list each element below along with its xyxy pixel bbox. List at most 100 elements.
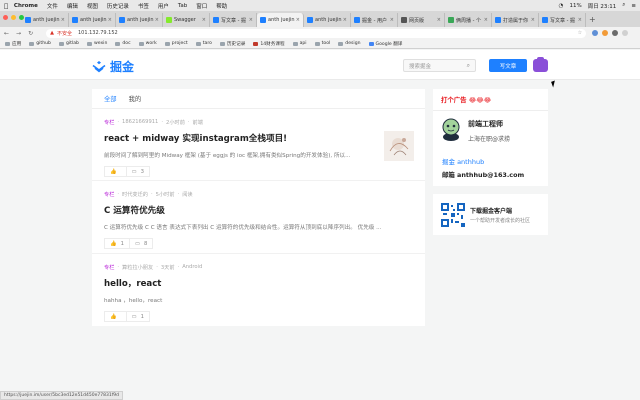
entry-abstract[interactable]: C 运算符优先级 C C 语言 表达式下表列出 C 运算符的优先级和结合性。运算… (104, 223, 414, 231)
bookmark-folder[interactable]: project (164, 41, 188, 46)
apple-icon[interactable]:  (4, 2, 8, 10)
close-tab-icon[interactable]: × (390, 17, 394, 23)
bookmark-folder[interactable]: github (29, 41, 51, 46)
menu-edit[interactable]: 编辑 (67, 2, 78, 10)
bookmark-apps[interactable]: 应用 (5, 41, 21, 47)
juejin-account-link[interactable]: 掘金 anthhub (442, 156, 484, 166)
browser-tab[interactable]: 写文章 - 掘 × (210, 13, 257, 27)
bookmark-folder[interactable]: taro (195, 41, 212, 46)
warning-icon[interactable]: ▲ (50, 30, 54, 36)
entry-author[interactable]: 算粒拉小朋友 (122, 264, 153, 271)
bookmark-folder[interactable]: design (338, 41, 361, 46)
address-bar[interactable]: ▲ 不安全 101.132.79.152 ☆ (46, 28, 587, 38)
entry-title[interactable]: C 运算符优先级 (104, 204, 413, 216)
like-button[interactable]: 👍 (104, 166, 127, 177)
close-tab-icon[interactable]: × (296, 17, 300, 23)
search-icon[interactable]: ⌕ (622, 2, 625, 9)
bookmark-link[interactable]: 14财务课程 (253, 41, 285, 47)
entry-author[interactable]: 18621669911 (122, 119, 158, 126)
zoom-window-icon[interactable] (19, 15, 24, 20)
more-menu-icon[interactable] (622, 30, 629, 36)
menu-file[interactable]: 文件 (47, 2, 58, 10)
browser-tab[interactable]: anth juejin × (69, 13, 116, 27)
close-tab-icon[interactable]: × (531, 17, 535, 23)
back-icon[interactable]: ← (4, 30, 9, 37)
menu-tab[interactable]: Tab (178, 3, 187, 9)
user-avatar[interactable] (533, 57, 548, 72)
menu-view[interactable]: 视图 (87, 2, 98, 10)
app-download-title[interactable]: 下载掘金客户端 (470, 206, 512, 215)
new-tab-button[interactable]: + (589, 15, 596, 24)
entry-author[interactable]: 时代变迁的 (122, 191, 148, 198)
site-search-input[interactable]: 搜索掘金 ⌕ (403, 59, 476, 72)
profile-icon[interactable] (612, 30, 619, 36)
close-tab-icon[interactable]: × (343, 17, 347, 23)
url-text[interactable]: 101.132.79.152 (78, 30, 118, 36)
bookmark-star-icon[interactable]: ☆ (578, 30, 582, 36)
bookmark-link[interactable]: Google 翻译 (368, 41, 402, 47)
comment-button[interactable]: ▭ 1 (126, 311, 150, 322)
close-tab-icon[interactable]: × (155, 17, 159, 23)
write-article-button[interactable]: 写文章 (489, 59, 527, 72)
article-entry[interactable]: 专栏 · 时代变迁的 · 5小时前 · 阅读 C 运算符优先级 C 运算符优先级 C … (92, 181, 425, 254)
app-menu[interactable]: Chrome (14, 3, 38, 9)
bookmark-folder[interactable]: work (138, 41, 157, 46)
search-icon[interactable]: ⌕ (467, 62, 470, 70)
forward-icon[interactable]: → (16, 30, 21, 37)
browser-tab[interactable]: 俩周播 - 个 × (445, 13, 492, 27)
bookmark-folder[interactable]: wexin (86, 41, 107, 46)
entry-category[interactable]: 阅读 (182, 191, 192, 198)
close-window-icon[interactable] (3, 15, 8, 20)
browser-tab[interactable]: anth juejin × (304, 13, 351, 27)
wifi-icon[interactable]: ◔ (559, 3, 564, 9)
extension-icon[interactable] (592, 30, 599, 36)
entry-thumbnail[interactable] (384, 131, 414, 161)
like-button[interactable]: 👍 (104, 311, 127, 322)
like-button[interactable]: 👍 1 (104, 238, 130, 249)
menu-people[interactable]: 用户 (158, 2, 169, 10)
entry-abstract[interactable]: hahha ，hello，react (104, 296, 374, 304)
browser-tab[interactable]: 打造属于你 × (492, 13, 539, 27)
browser-tab[interactable]: 网页版 × (398, 13, 445, 27)
close-tab-icon[interactable]: × (578, 17, 582, 23)
bookmark-folder[interactable]: tool (314, 41, 330, 46)
app-download-panel[interactable]: 下载掘金客户端 一个帮助开发者成长的社区 (433, 194, 548, 235)
site-logo[interactable]: 掘金 (92, 58, 134, 75)
bookmark-folder[interactable]: api (292, 41, 307, 46)
entry-tag[interactable]: 专栏 (104, 119, 114, 126)
bookmark-folder[interactable]: doc (115, 41, 131, 46)
browser-tab-active[interactable]: anth juejin × (257, 13, 304, 27)
entry-tag[interactable]: 专栏 (104, 191, 114, 198)
close-tab-icon[interactable]: × (108, 17, 112, 23)
extension-icon[interactable] (602, 30, 609, 36)
clock-label[interactable]: 周日 23:11 (588, 2, 617, 10)
menu-bookmarks[interactable]: 书签 (138, 2, 149, 10)
minimize-window-icon[interactable] (11, 15, 16, 20)
entry-category[interactable]: Android (182, 264, 202, 271)
entry-title[interactable]: react + midway 实现instagram全栈项目! (104, 132, 413, 144)
entry-abstract[interactable]: 前段时间了解到阿里的 Midway 框架 (基于 eggjs 的 ioc 框架,… (104, 151, 374, 159)
browser-tab[interactable]: Swagger × (163, 13, 210, 27)
browser-tab[interactable]: anth juejin × (22, 13, 69, 27)
reload-icon[interactable]: ↻ (28, 30, 33, 37)
security-label[interactable]: 不安全 (57, 30, 72, 37)
menu-list-icon[interactable]: ≡ (631, 3, 636, 9)
close-tab-icon[interactable]: × (484, 17, 488, 23)
tab-all[interactable]: 全部 (104, 94, 117, 103)
close-tab-icon[interactable]: × (437, 17, 441, 23)
bookmark-folder[interactable]: gitlab (58, 41, 79, 46)
close-tab-icon[interactable]: × (61, 17, 65, 23)
entry-category[interactable]: 前端 (193, 119, 203, 126)
menu-history[interactable]: 历史记录 (107, 2, 129, 10)
comment-button[interactable]: ▭ 3 (126, 166, 150, 177)
article-entry[interactable]: 专栏 · 算粒拉小朋友 · 3天前 · Android hello，react hah… (92, 254, 425, 326)
battery-label[interactable]: 11% (569, 3, 581, 9)
tab-mine[interactable]: 我的 (129, 94, 142, 103)
menu-help[interactable]: 帮助 (216, 2, 227, 10)
browser-tab[interactable]: 写文章 - 掘 × (539, 13, 586, 27)
browser-tab[interactable]: anth juejin × (116, 13, 163, 27)
entry-title[interactable]: hello，react (104, 277, 413, 289)
browser-tab[interactable]: 掘金 - 用户 × (351, 13, 398, 27)
menu-window[interactable]: 窗口 (196, 2, 207, 10)
entry-tag[interactable]: 专栏 (104, 264, 114, 271)
